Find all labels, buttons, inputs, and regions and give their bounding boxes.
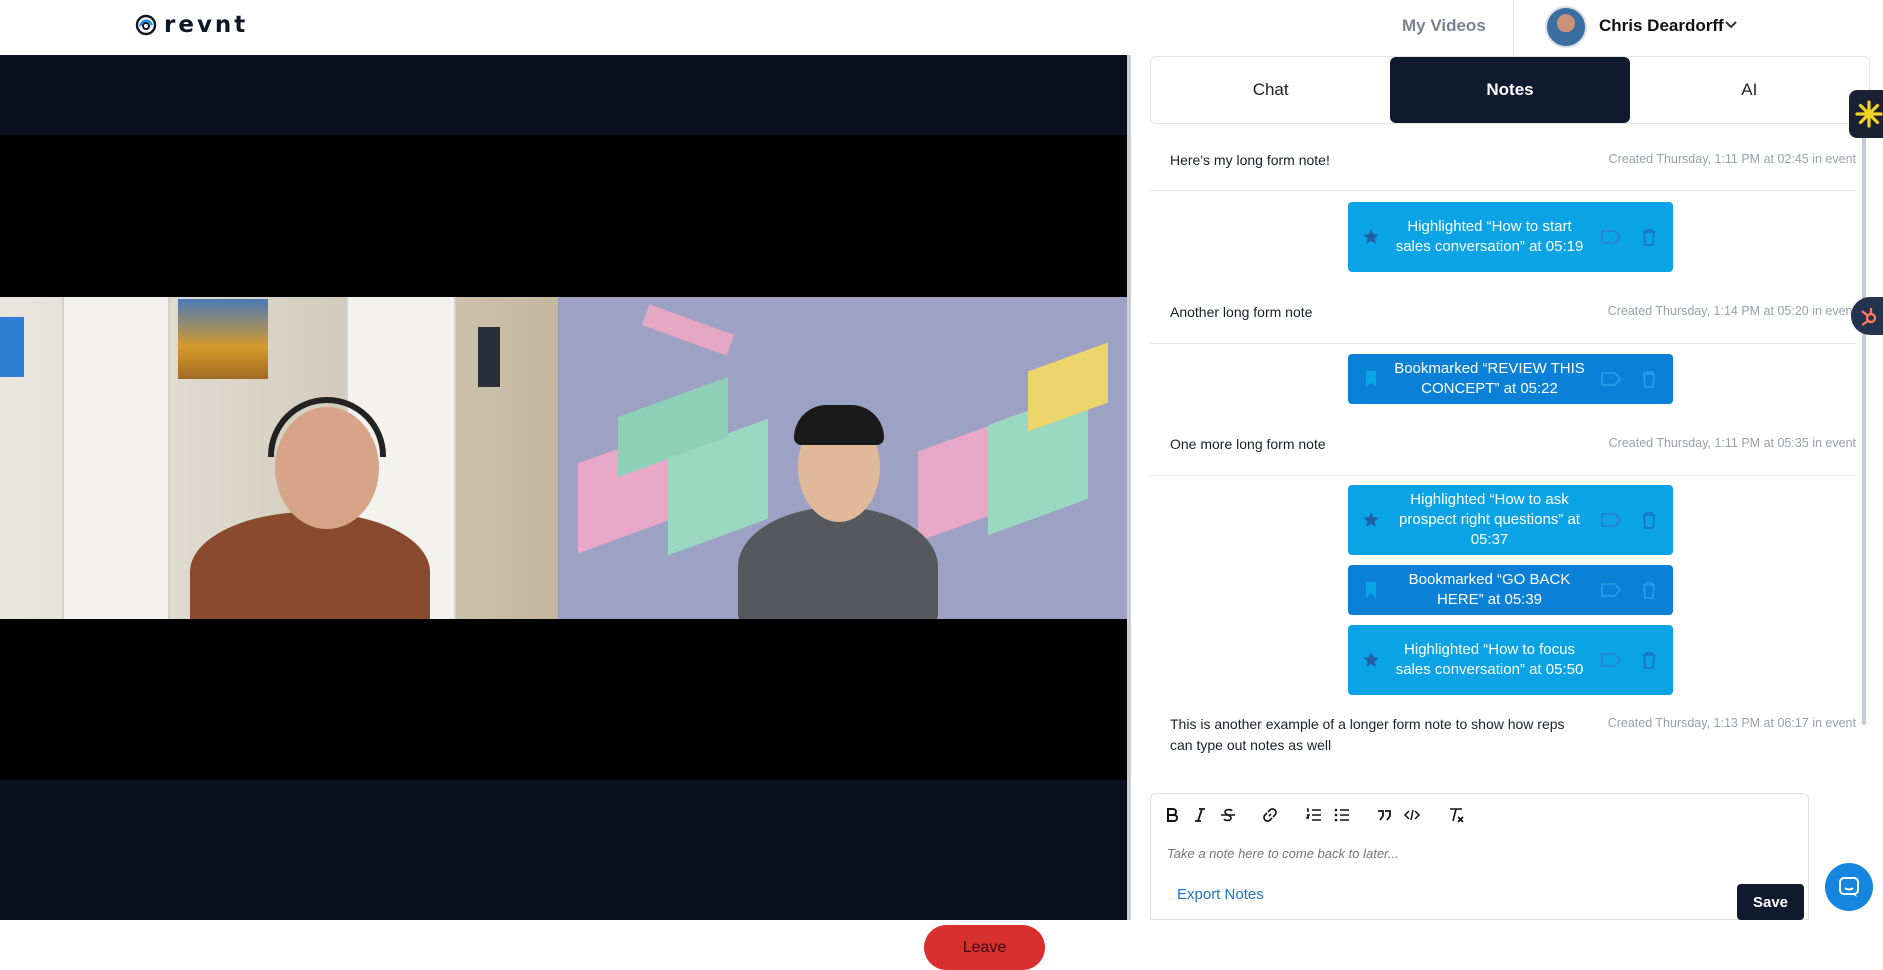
hubspot-widget[interactable] [1851,297,1883,335]
star-icon [1363,512,1379,527]
note-timestamp: Created Thursday, 1:11 PM at 02:45 in ev… [1608,152,1856,166]
wall-art [478,327,500,387]
app-header: revnt My Videos Chris Deardorff [0,0,1883,55]
code-icon[interactable] [1403,806,1421,824]
note-text: One more long form note [1170,436,1326,452]
ordered-list-icon[interactable] [1305,806,1323,824]
chat-icon [1839,877,1859,897]
star-icon [1363,652,1379,667]
star-icon[interactable] [1100,938,1122,960]
tab-notes[interactable]: Notes [1390,57,1630,123]
note-item[interactable]: Here's my long form note! Created Thursd… [1150,136,1856,191]
note-text: This is another example of a longer form… [1170,716,1565,753]
chevron-down-icon[interactable] [1724,18,1738,32]
note-input[interactable] [1167,846,1787,861]
note-editor: Export Notes Save [1150,793,1809,920]
bookmark-icon[interactable] [1060,938,1082,960]
my-videos-link[interactable]: My Videos [1402,16,1486,36]
trash-icon[interactable] [1641,370,1657,388]
wall-art [0,317,24,377]
revnt-logo[interactable]: revnt [134,12,248,38]
trash-icon[interactable] [1641,651,1657,669]
trash-icon[interactable] [1641,228,1657,246]
trash-icon[interactable] [1641,581,1657,599]
logo-mark-icon [135,14,157,36]
background-door [62,297,170,619]
export-notes-link[interactable]: Export Notes [1177,886,1264,903]
extension-widget[interactable] [1849,90,1883,138]
event-text: Bookmarked “REVIEW THIS CONCEPT” at 05:2… [1394,360,1585,397]
video-stage: Leave [0,55,1128,970]
bookmark-event[interactable]: Bookmarked “REVIEW THIS CONCEPT” at 05:2… [1348,354,1673,404]
tag-icon[interactable] [1601,372,1621,386]
highlight-event[interactable]: Highlighted “How to ask prospect right q… [1348,485,1673,555]
note-item[interactable]: This is another example of a longer form… [1150,708,1856,776]
save-button[interactable]: Save [1737,884,1804,920]
user-avatar[interactable] [1545,6,1587,48]
support-chat-button[interactable] [1825,863,1873,911]
event-text: Highlighted “How to focus sales conversa… [1395,641,1584,678]
link-icon[interactable] [1261,806,1279,824]
notes-scrollbar[interactable] [1862,125,1866,725]
bookmark-icon [1366,371,1376,387]
note-item[interactable]: Another long form note Created Thursday,… [1150,282,1856,344]
bullet-list-icon[interactable] [1333,806,1351,824]
clear-format-icon[interactable] [1447,806,1465,824]
background-sign [641,304,735,356]
hubspot-icon [1861,308,1877,326]
highlight-event[interactable]: Highlighted “How to focus sales conversa… [1348,625,1673,695]
italic-icon[interactable] [1191,806,1209,824]
tag-icon[interactable] [1601,583,1621,597]
header-divider [1513,0,1514,55]
leave-button[interactable]: Leave [924,925,1045,970]
participant-body [738,507,938,619]
panel-tabs: Chat Notes AI [1150,56,1870,124]
trash-icon[interactable] [1641,511,1657,529]
bold-icon[interactable] [1163,806,1181,824]
star-icon [1363,229,1379,244]
tag-icon[interactable] [1601,653,1621,667]
tab-chat[interactable]: Chat [1151,57,1390,123]
participant-video-2[interactable] [558,297,1128,619]
tag-icon[interactable] [1601,513,1621,527]
event-text: Highlighted “How to ask prospect right q… [1399,491,1580,548]
note-item[interactable]: One more long form note Created Thursday… [1150,414,1856,476]
note-text: Here's my long form note! [1170,152,1330,168]
bookmark-icon [1366,582,1376,598]
participant-hair [794,405,884,445]
brand-name: revnt [164,12,249,38]
participant-video-1[interactable] [0,297,558,619]
tag-icon[interactable] [1601,230,1621,244]
highlight-event[interactable]: Highlighted “How to start sales conversa… [1348,202,1673,272]
event-text: Bookmarked “GO BACK HERE” at 05:39 [1408,571,1571,608]
tab-ai[interactable]: AI [1630,57,1869,123]
note-text: Another long form note [1170,304,1313,320]
bookmark-event[interactable]: Bookmarked “GO BACK HERE” at 05:39 [1348,565,1673,615]
note-timestamp: Created Thursday, 1:13 PM at 06:17 in ev… [1607,716,1856,730]
wall-painting [178,299,268,379]
background-block [918,422,998,542]
user-name[interactable]: Chris Deardorff [1599,16,1724,36]
event-text: Highlighted “How to start sales conversa… [1395,218,1584,255]
quote-icon[interactable] [1375,806,1393,824]
note-timestamp: Created Thursday, 1:14 PM at 05:20 in ev… [1607,304,1856,318]
sparkle-icon [1855,100,1883,128]
note-timestamp: Created Thursday, 1:11 PM at 05:35 in ev… [1608,436,1856,450]
strikethrough-icon[interactable] [1219,806,1237,824]
